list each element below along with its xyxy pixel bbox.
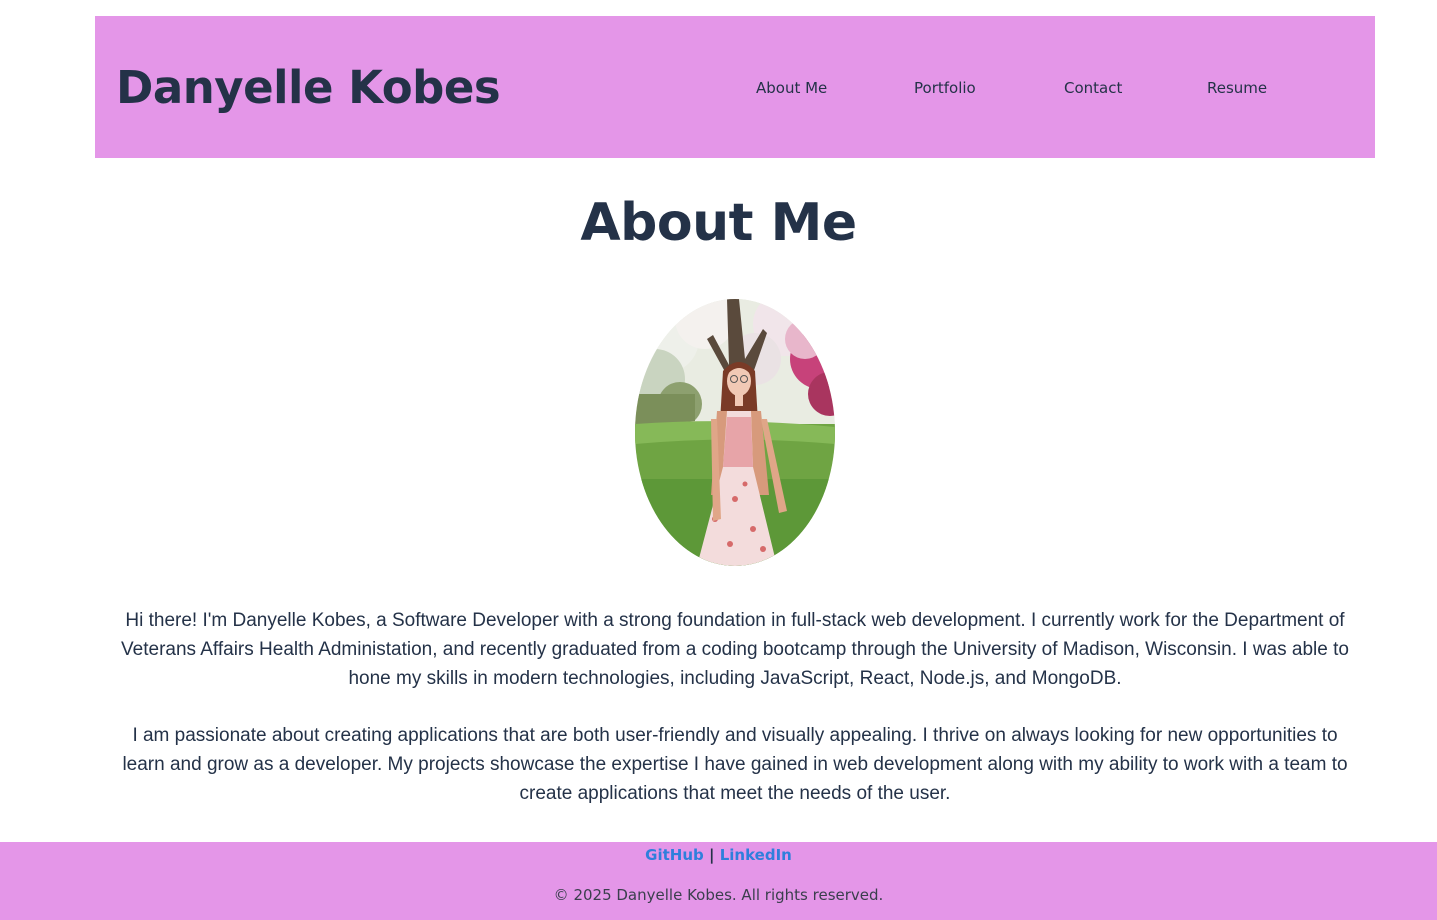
profile-photo — [635, 299, 835, 566]
linkedin-link[interactable]: LinkedIn — [720, 846, 792, 864]
main-nav: About Me Portfolio Contact Resume — [95, 78, 1375, 100]
bio-paragraph-2: I am passionate about creating applicati… — [122, 725, 1348, 804]
footer-link-separator: | — [708, 846, 715, 864]
site-footer: GitHub | LinkedIn © 2025 Danyelle Kobes.… — [0, 842, 1437, 920]
github-link[interactable]: GitHub — [645, 846, 704, 864]
nav-link-portfolio[interactable]: Portfolio — [914, 78, 976, 98]
footer-links: GitHub | LinkedIn — [0, 845, 1437, 865]
copyright-notice: © 2025 Danyelle Kobes. All rights reserv… — [553, 886, 884, 904]
nav-link-about-me[interactable]: About Me — [756, 78, 827, 98]
section-title: About Me — [580, 193, 857, 253]
site-header: Danyelle Kobes About Me Portfolio Contac… — [95, 16, 1375, 158]
bio-paragraph-1: Hi there! I'm Danyelle Kobes, a Software… — [121, 610, 1349, 689]
nav-link-resume[interactable]: Resume — [1207, 78, 1267, 98]
profile-photo-illustration — [635, 299, 835, 566]
page: Danyelle Kobes About Me Portfolio Contac… — [0, 0, 1437, 920]
nav-link-contact[interactable]: Contact — [1064, 78, 1122, 98]
